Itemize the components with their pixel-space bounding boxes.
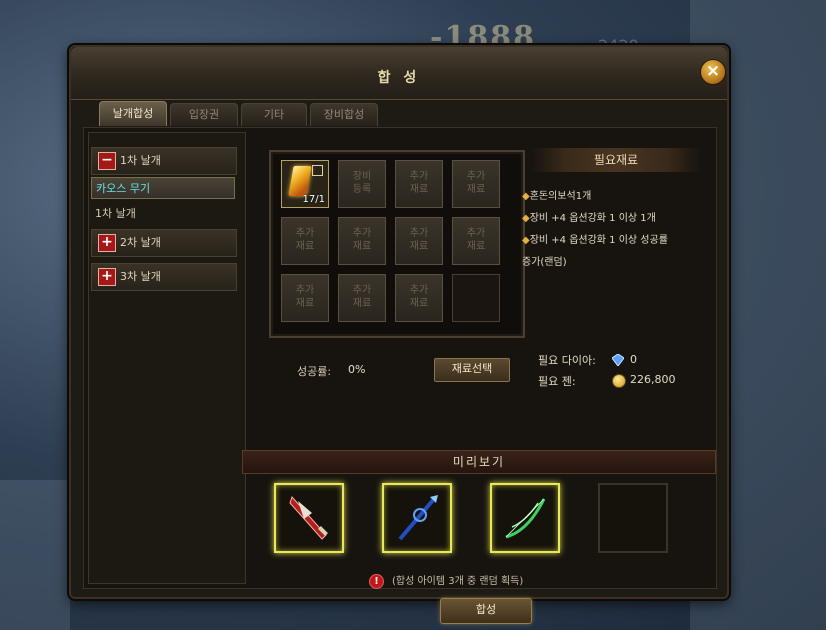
tab-content: −1차 날개 카오스 무기 1차 날개 +2차 날개 +3차 날개 17/1 장… xyxy=(83,127,717,624)
material-slot-equipment[interactable]: 장비등록 xyxy=(338,160,386,208)
green-bow-icon xyxy=(505,498,546,539)
material-slot-additional[interactable]: 추가재료 xyxy=(338,274,386,322)
preview-title: 미리보기 xyxy=(242,450,716,474)
material-slot-additional[interactable]: 추가재료 xyxy=(395,160,443,208)
material-slot-additional[interactable]: 추가재료 xyxy=(395,217,443,265)
tab-other[interactable]: 기타 xyxy=(241,103,307,126)
material-slot-jewel-of-chaos[interactable]: 17/1 xyxy=(281,160,329,208)
warning-icon: ! xyxy=(369,574,384,589)
select-material-button[interactable]: 재료선택 xyxy=(434,358,510,382)
bullet-icon: ◆ xyxy=(522,235,530,246)
category-label: 2차 날개 xyxy=(120,236,161,249)
material-slot-additional[interactable]: 추가재료 xyxy=(452,160,500,208)
diamond-cost-label: 필요 다이아: xyxy=(538,354,596,367)
bullet-icon: ◆ xyxy=(522,213,530,224)
collapse-icon[interactable]: − xyxy=(98,152,116,170)
requirements-panel: 필요재료 ◆혼돈의보석1개 ◆장비 +4 옵션강화 1 이상 1개 ◆장비 +4… xyxy=(522,138,706,328)
slot-label-line2: 등록 xyxy=(352,184,372,195)
material-slot-additional[interactable]: 추가재료 xyxy=(281,217,329,265)
sub-item-chaos-weapon[interactable]: 카오스 무기 xyxy=(91,177,235,199)
preview-slot[interactable] xyxy=(274,483,344,553)
material-slot-empty[interactable] xyxy=(452,274,500,322)
item-count: 17/1 xyxy=(302,194,325,205)
slot-label-line1: 장비 xyxy=(352,171,372,182)
success-rate-value: 0% xyxy=(348,363,366,376)
material-slot-grid: 17/1 장비 등록 추가 재료 추가 재료 추가 재료 추가 재료 추가 재료 추가 재료 … xyxy=(269,150,525,338)
zen-coin-icon xyxy=(612,374,626,388)
category-1st-wing[interactable]: −1차 날개 xyxy=(91,147,237,175)
zen-cost-value: 226,800 xyxy=(630,373,676,386)
slot-label-line2: 재료 xyxy=(409,241,429,252)
jewel-of-chaos-icon xyxy=(288,166,312,196)
expand-icon[interactable]: + xyxy=(98,268,116,286)
zen-cost-label: 필요 젠: xyxy=(538,375,576,388)
category-list: −1차 날개 카오스 무기 1차 날개 +2차 날개 +3차 날개 xyxy=(88,132,246,584)
slot-label-line1: 추가 xyxy=(352,228,372,239)
expand-icon[interactable]: + xyxy=(98,234,116,252)
success-rate-label: 성공률: xyxy=(297,365,332,378)
preview-slot[interactable] xyxy=(490,483,560,553)
category-label: 3차 날개 xyxy=(120,270,161,283)
preview-slot[interactable] xyxy=(382,483,452,553)
diamond-cost-value: 0 xyxy=(630,353,637,366)
requirements-list: ◆혼돈의보석1개 ◆장비 +4 옵션강화 1 이상 1개 ◆장비 +4 옵션강화… xyxy=(522,186,702,274)
window-title: 합 성 xyxy=(377,70,421,86)
slot-label-line2: 재료 xyxy=(352,298,372,309)
slot-label-line1: 추가 xyxy=(295,285,315,296)
slot-label-line2: 재료 xyxy=(409,298,429,309)
close-button[interactable]: × xyxy=(700,59,726,85)
requirements-title: 필요재료 xyxy=(532,148,700,172)
material-slot-additional[interactable]: 추가재료 xyxy=(452,217,500,265)
tab-wing-crafting[interactable]: 날개합성 xyxy=(99,101,167,126)
slot-label-line1: 추가 xyxy=(295,228,315,239)
tab-entry-ticket[interactable]: 입장권 xyxy=(170,103,238,126)
slot-label-line1: 추가 xyxy=(409,171,429,182)
slot-label-line1: 추가 xyxy=(409,228,429,239)
bullet-icon: ◆ xyxy=(522,191,530,202)
tab-equipment-crafting[interactable]: 장비합성 xyxy=(310,103,378,126)
window-titlebar[interactable]: 합 성 × xyxy=(71,47,727,100)
slot-label-line2: 재료 xyxy=(466,184,486,195)
sub-item-1st-wing[interactable]: 1차 날개 xyxy=(91,203,235,225)
blue-staff-icon xyxy=(398,495,438,541)
slot-label-line1: 추가 xyxy=(466,228,486,239)
material-slot-additional[interactable]: 추가재료 xyxy=(395,274,443,322)
requirement-line: ◆장비 +4 옵션강화 1 이상 1개 xyxy=(522,213,656,224)
slot-label-line1: 추가 xyxy=(352,285,372,296)
preview-slot-empty[interactable] xyxy=(598,483,668,553)
slot-label-line2: 재료 xyxy=(466,241,486,252)
background-pillar-left xyxy=(0,480,70,630)
category-3rd-wing[interactable]: +3차 날개 xyxy=(91,263,237,291)
lock-icon xyxy=(312,165,323,176)
slot-label-line2: 재료 xyxy=(409,184,429,195)
notice-text: (합성 아이템 3개 중 랜덤 획득) xyxy=(392,576,524,587)
requirement-line: ◆혼돈의보석1개 xyxy=(522,191,592,202)
crafting-window: 합 성 × 날개합성 입장권 기타 장비합성 −1차 날개 카오스 무기 1차 … xyxy=(69,45,729,624)
slot-label-line2: 재료 xyxy=(352,241,372,252)
slot-label-line2: 재료 xyxy=(295,241,315,252)
material-slot-additional[interactable]: 추가재료 xyxy=(338,217,386,265)
slot-label-line2: 재료 xyxy=(295,298,315,309)
slot-label-line1: 추가 xyxy=(466,171,486,182)
material-slot-additional[interactable]: 추가재료 xyxy=(281,274,329,322)
diamond-icon xyxy=(612,354,624,366)
category-label: 1차 날개 xyxy=(120,154,161,167)
craft-button[interactable]: 합성 xyxy=(440,598,532,624)
red-blade-icon xyxy=(289,496,328,540)
requirement-line: ◆장비 +4 옵션강화 1 이상 성공률 xyxy=(522,235,668,246)
requirement-line: 증가(랜덤) xyxy=(522,257,567,268)
slot-label-line1: 추가 xyxy=(409,285,429,296)
random-acquire-notice: ! (합성 아이템 3개 중 랜덤 획득) xyxy=(369,572,523,589)
category-2nd-wing[interactable]: +2차 날개 xyxy=(91,229,237,257)
